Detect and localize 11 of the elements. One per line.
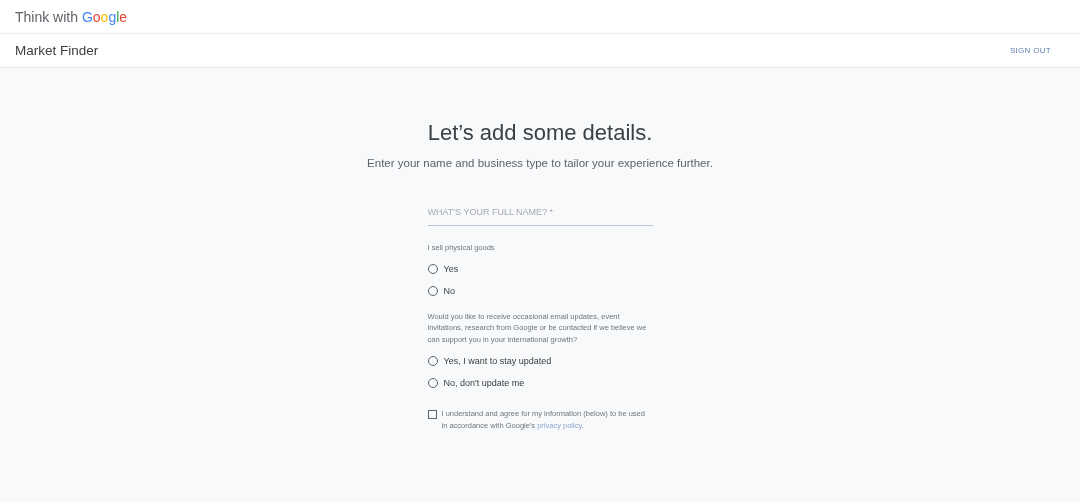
consent-checkbox[interactable]	[427, 410, 437, 419]
radio-option[interactable]: Yes	[427, 262, 459, 276]
page-heading: Let’s add some details.	[427, 120, 653, 146]
radio-option[interactable]: Yes, I want to stay updated	[427, 354, 552, 367]
radio-option[interactable]: No	[427, 284, 455, 298]
sign-out-link[interactable]: SIGN OUT	[1009, 46, 1051, 55]
radio-option[interactable]: No, don't update me	[427, 376, 525, 389]
page-subheading: Enter your name and business type to tailor your experience further.	[367, 157, 713, 169]
name-input-field[interactable]: WHAT'S YOUR FULL NAME? *	[427, 203, 653, 226]
app-title: Market Finder	[15, 43, 99, 58]
brand-logo[interactable]: Think with Google	[15, 8, 128, 25]
